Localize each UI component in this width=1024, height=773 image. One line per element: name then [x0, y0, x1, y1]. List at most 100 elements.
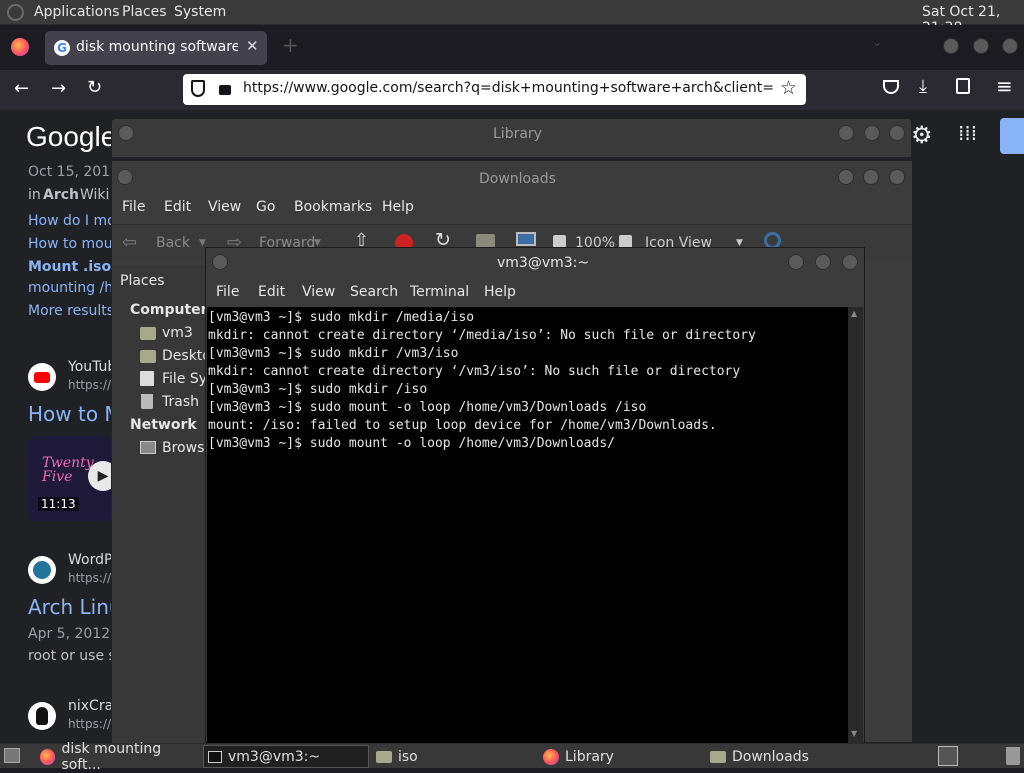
bookmark-star-icon[interactable]: ☆ — [780, 77, 797, 99]
fm-sidebar-item-trash[interactable]: Trash — [162, 394, 199, 410]
fm-sidebar-item-desktop[interactable]: Deskto — [162, 348, 211, 364]
wordpress-source-name: WordP — [68, 552, 113, 568]
list-tabs-chevron-icon[interactable]: ⌄ — [872, 35, 882, 49]
fm-menu-help[interactable]: Help — [382, 199, 414, 215]
firefox-icon — [543, 748, 559, 765]
task-label: Downloads — [732, 748, 809, 765]
term-menu-file[interactable]: File — [216, 284, 239, 300]
fm-menu-view[interactable]: View — [208, 199, 241, 215]
terminal-icon — [208, 750, 222, 763]
youtube-favicon-icon — [28, 363, 56, 391]
firefox-view-icon[interactable] — [11, 38, 29, 56]
terminal-line: mount: /iso: failed to setup loop device… — [208, 418, 717, 433]
library-menu-button[interactable] — [118, 125, 134, 141]
tab-google-search[interactable]: G disk mounting software arch ✕ — [45, 31, 267, 65]
fm-back-button[interactable]: Back — [156, 235, 190, 251]
fm-computer-icon[interactable] — [516, 232, 536, 246]
apps-grid-icon[interactable]: ⁞⁞⁞ — [958, 121, 977, 145]
places-menu[interactable]: Places — [122, 4, 167, 20]
fm-home-folder-icon — [140, 327, 156, 340]
task-label: Library — [565, 748, 614, 765]
terminal-output[interactable]: [vm3@vm3 ~]$ sudo mkdir /media/iso mkdir:… — [207, 307, 848, 743]
fm-desktop-folder-icon — [140, 350, 156, 363]
forward-arrow-icon[interactable]: → — [51, 78, 66, 99]
sub-link-4[interactable]: mounting /ho — [28, 280, 122, 296]
snippet-date: Oct 15, 2018 — [28, 164, 119, 180]
snippet-arch: Arch — [43, 187, 80, 203]
terminal-line: [vm3@vm3 ~]$ sudo mkdir /media/iso — [208, 310, 475, 325]
term-menu-search[interactable]: Search — [350, 284, 398, 300]
fm-menu-bookmarks[interactable]: Bookmarks — [294, 199, 372, 215]
term-menu-view[interactable]: View — [302, 284, 335, 300]
library-minimize-button[interactable] — [838, 125, 854, 141]
downloads-close-button[interactable] — [889, 169, 905, 185]
downloads-menu-button[interactable] — [117, 169, 133, 185]
terminal-line: [vm3@vm3 ~]$ sudo mount -o loop /home/vm… — [208, 400, 647, 415]
folder-icon — [710, 750, 726, 763]
distro-logo-icon[interactable] — [7, 4, 24, 21]
terminal-menu-button[interactable] — [212, 254, 228, 270]
wordpress-result-date: Apr 5, 2012 – — [28, 626, 122, 642]
downloads-minimize-button[interactable] — [838, 169, 854, 185]
fm-menu-file[interactable]: File — [122, 199, 145, 215]
tracking-shield-icon[interactable] — [191, 80, 205, 97]
pocket-icon[interactable] — [883, 80, 899, 94]
close-tab-icon[interactable]: ✕ — [246, 37, 259, 55]
wordpress-result-title[interactable]: Arch Linu — [28, 595, 122, 619]
video-thumbnail[interactable]: Twenty Five ▶ 11:13 — [28, 436, 111, 521]
task-library[interactable]: Library — [539, 745, 703, 768]
url-bar[interactable]: https://www.google.com/search?q=disk+mou… — [183, 74, 806, 105]
fm-menu-edit[interactable]: Edit — [164, 199, 191, 215]
task-firefox[interactable]: disk mounting soft... — [36, 741, 200, 773]
lock-icon[interactable] — [219, 85, 231, 95]
downloads-title: Downloads — [479, 171, 556, 187]
applications-menu[interactable]: Applications — [34, 4, 120, 20]
maximize-button[interactable] — [973, 38, 989, 54]
fm-menu-go[interactable]: Go — [256, 199, 275, 215]
terminal-scrollbar[interactable]: ▲ ▼ — [848, 307, 863, 743]
library-maximize-button[interactable] — [864, 125, 880, 141]
terminal-maximize-button[interactable] — [815, 254, 831, 270]
terminal-close-button[interactable] — [842, 254, 858, 270]
term-menu-edit[interactable]: Edit — [258, 284, 285, 300]
fm-places-label[interactable]: Places — [120, 273, 165, 289]
scroll-down-arrow-icon[interactable]: ▼ — [851, 729, 857, 738]
workspace-switcher[interactable] — [938, 746, 958, 766]
new-tab-button[interactable]: + — [282, 33, 299, 57]
terminal-minimize-button[interactable] — [788, 254, 804, 270]
reload-icon[interactable]: ↻ — [87, 77, 102, 98]
google-logo[interactable]: Google — [26, 121, 116, 153]
term-menu-terminal[interactable]: Terminal — [410, 284, 469, 300]
show-desktop-icon[interactable] — [4, 748, 20, 763]
more-results-link[interactable]: More results f — [28, 303, 123, 319]
app-menu-icon[interactable]: ≡ — [996, 74, 1013, 98]
play-icon[interactable]: ▶ — [88, 461, 111, 491]
url-text[interactable]: https://www.google.com/search?q=disk+mou… — [243, 80, 773, 96]
firefox-icon — [40, 748, 56, 765]
download-icon[interactable]: ⤓ — [919, 76, 927, 97]
trash-applet-icon[interactable] — [1006, 747, 1020, 765]
task-downloads[interactable]: Downloads — [706, 745, 870, 768]
fm-back-arrow-icon[interactable]: ⇦ — [122, 232, 137, 253]
extensions-icon[interactable] — [956, 78, 970, 94]
close-window-button[interactable] — [1002, 38, 1018, 54]
library-close-button[interactable] — [889, 125, 905, 141]
minimize-button[interactable] — [943, 38, 959, 54]
task-iso[interactable]: iso — [372, 745, 536, 768]
youtube-result-title[interactable]: How to M — [28, 402, 122, 426]
sign-in-button[interactable] — [1000, 118, 1024, 154]
wordpress-favicon-icon — [28, 556, 56, 584]
downloads-maximize-button[interactable] — [863, 169, 879, 185]
youtube-source-name: YouTub — [68, 359, 117, 375]
library-window[interactable]: Library — [111, 118, 912, 158]
task-label: iso — [398, 748, 418, 765]
sub-link-2[interactable]: How to moun — [28, 236, 121, 252]
scroll-up-arrow-icon[interactable]: ▲ — [851, 309, 857, 318]
fm-sidebar-item-vm3[interactable]: vm3 — [162, 325, 193, 341]
back-arrow-icon[interactable]: ← — [14, 78, 29, 99]
task-terminal[interactable]: vm3@vm3:~ — [203, 745, 369, 768]
system-menu[interactable]: System — [174, 4, 226, 20]
settings-gear-icon[interactable]: ⚙ — [911, 121, 933, 149]
terminal-title: vm3@vm3:~ — [497, 255, 590, 271]
term-menu-help[interactable]: Help — [484, 284, 516, 300]
